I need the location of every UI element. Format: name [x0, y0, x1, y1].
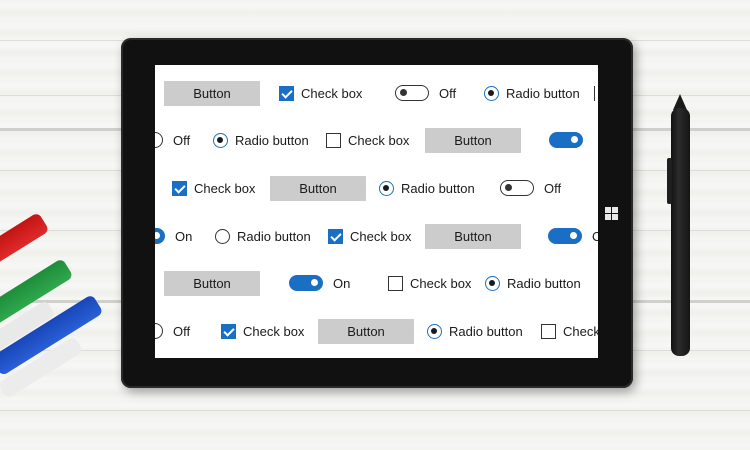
- toggle-on-icon: [155, 228, 165, 244]
- controls-row: Off Radio button Check box Button: [155, 125, 598, 155]
- checkbox-unchecked-icon: [388, 275, 403, 291]
- checkbox-label: Check box: [194, 180, 256, 196]
- checkbox-label: Check box: [301, 85, 363, 101]
- checkbox-checked-icon: [221, 323, 236, 339]
- checkbox[interactable]: Check box: [279, 78, 362, 108]
- radio-selected-icon: [427, 323, 442, 339]
- toggle-off-icon: [395, 85, 429, 101]
- toggle-label: O: [592, 228, 598, 244]
- radio-selected-icon: [213, 132, 228, 148]
- toggle-label: Off: [439, 85, 457, 101]
- checkbox-checked-icon: [172, 180, 187, 196]
- button[interactable]: Button: [425, 224, 521, 249]
- controls-row: On Radio button Check box Button O: [155, 221, 598, 251]
- button[interactable]: Button: [270, 176, 366, 201]
- toggle-switch[interactable]: Off: [155, 316, 190, 346]
- toggle-on-icon: [548, 228, 582, 244]
- radio-button[interactable]: Radio button: [215, 221, 311, 251]
- toggle-label: Off: [173, 323, 191, 339]
- toggle-switch[interactable]: [549, 125, 593, 155]
- radio-label: Radio button: [235, 132, 309, 148]
- radio-button[interactable]: Radio button: [484, 78, 580, 108]
- checkbox-label: Check box: [350, 228, 412, 244]
- toggle-switch[interactable]: Off: [395, 78, 456, 108]
- checkbox-unchecked-icon: [326, 132, 341, 148]
- toggle-on-icon: [549, 132, 583, 148]
- checkbox-checked-icon: [328, 228, 343, 244]
- radio-unselected-icon: [215, 228, 230, 244]
- checkbox-unchecked-icon: [541, 323, 556, 339]
- toggle-label: Off: [544, 180, 562, 196]
- toggle-off-icon: [155, 132, 163, 148]
- toggle-label: On: [333, 275, 351, 291]
- toggle-switch[interactable]: Off: [500, 173, 561, 203]
- checkbox[interactable]: Check box: [172, 173, 255, 203]
- toggle-label: Off: [173, 132, 191, 148]
- radio-label: Radio button: [507, 275, 581, 291]
- partial-control: [594, 78, 598, 108]
- toggle-on-icon: [289, 275, 323, 291]
- radio-button[interactable]: Radio button: [379, 173, 475, 203]
- radio-label: Radio button: [237, 228, 311, 244]
- windows-logo-icon[interactable]: [605, 207, 618, 220]
- radio-button[interactable]: Radio button: [427, 316, 523, 346]
- controls-row: Off Check box Button Radio button Check: [155, 316, 598, 346]
- stylus-clip: [667, 158, 672, 204]
- checkbox-label: Check: [563, 323, 598, 339]
- controls-row: Check box Button Radio button Off: [155, 173, 598, 203]
- radio-label: Radio button: [449, 323, 523, 339]
- toggle-switch[interactable]: On: [155, 221, 192, 251]
- toggle-label: On: [175, 228, 193, 244]
- stylus-pen: [671, 108, 690, 356]
- toggle-off-icon: [155, 323, 163, 339]
- checkbox[interactable]: Check box: [388, 268, 471, 298]
- button[interactable]: Button: [318, 319, 414, 344]
- radio-selected-icon: [484, 85, 499, 101]
- toggle-switch[interactable]: O: [548, 221, 598, 251]
- checkbox[interactable]: Check: [541, 316, 598, 346]
- controls-row: Button Check box Off Radio button: [155, 78, 598, 108]
- checkbox-label: Check box: [348, 132, 410, 148]
- toggle-switch[interactable]: On: [289, 268, 350, 298]
- checkbox[interactable]: Check box: [328, 221, 411, 251]
- controls-row: Button On Check box Radio button: [155, 268, 598, 298]
- button[interactable]: Button: [425, 128, 521, 153]
- radio-label: Radio button: [506, 85, 580, 101]
- radio-button[interactable]: Radio button: [213, 125, 309, 155]
- checkbox[interactable]: Check box: [326, 125, 409, 155]
- button[interactable]: Button: [164, 81, 260, 106]
- checkbox-label: Check box: [410, 275, 472, 291]
- radio-button[interactable]: Radio button: [485, 268, 581, 298]
- tablet-screen: Button Check box Off Radio button Off Ra…: [155, 65, 598, 358]
- checkbox[interactable]: Check box: [221, 316, 304, 346]
- toggle-off-icon: [500, 180, 534, 196]
- checkbox-label: Check box: [243, 323, 305, 339]
- toggle-switch[interactable]: Off: [155, 125, 190, 155]
- radio-label: Radio button: [401, 180, 475, 196]
- button[interactable]: Button: [164, 271, 260, 296]
- radio-selected-icon: [485, 275, 500, 291]
- radio-selected-icon: [379, 180, 394, 196]
- checkbox-checked-icon: [279, 85, 294, 101]
